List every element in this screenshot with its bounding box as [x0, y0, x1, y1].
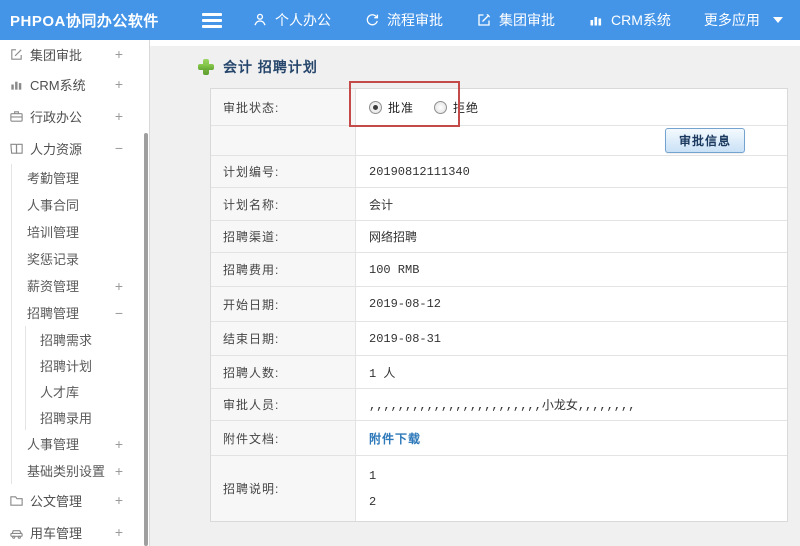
- sidebar-item-group-approval[interactable]: 集团审批 +: [0, 40, 149, 68]
- sidebar-item-attendance[interactable]: 考勤管理: [12, 164, 149, 191]
- expand-toggle[interactable]: +: [113, 463, 125, 479]
- description-line: 2: [369, 494, 377, 509]
- car-icon: [9, 525, 24, 540]
- table-row-recruit-cost: 招聘费用: 100 RMB: [211, 253, 787, 287]
- radio-reject[interactable]: [434, 100, 448, 114]
- folder-icon: [9, 493, 24, 508]
- topbar: PHPOA协同办公软件 个人办公 流程审批 集团审批 CRM系统 更多应用: [0, 0, 800, 40]
- field-label: 审批人员:: [211, 389, 356, 420]
- table-row-attachment: 附件文档: 附件下载: [211, 421, 787, 456]
- refresh-icon: [364, 12, 380, 28]
- bar-chart-icon: [9, 77, 24, 92]
- attachment-download-link[interactable]: 附件下载: [369, 430, 421, 447]
- sidebar-item-hr-contract[interactable]: 人事合同: [12, 191, 149, 218]
- nav-more-apps[interactable]: 更多应用: [704, 10, 783, 30]
- description-line: 1: [369, 468, 377, 483]
- expand-toggle[interactable]: +: [113, 436, 125, 452]
- nav-crm-system[interactable]: CRM系统: [588, 10, 671, 30]
- expand-toggle[interactable]: +: [113, 524, 125, 540]
- sidebar-item-crm-system[interactable]: CRM系统 +: [0, 68, 149, 100]
- field-label: 开始日期:: [211, 287, 356, 321]
- sidebar-item-admin-office[interactable]: 行政办公 +: [0, 100, 149, 132]
- page-title: 会计 招聘计划: [223, 59, 318, 75]
- table-row-plan-number: 计划编号: 20190812111340: [211, 156, 787, 188]
- sidebar-item-recruit-hire[interactable]: 招聘录用: [26, 404, 149, 430]
- field-label: 附件文档:: [211, 421, 356, 455]
- sidebar-item-vehicle-mgmt[interactable]: 用车管理 +: [0, 516, 149, 546]
- field-label: 招聘说明:: [211, 456, 356, 521]
- field-value: 1 人: [369, 366, 396, 381]
- approval-status-options: 批准 拒绝: [356, 89, 787, 125]
- sidebar-item-training[interactable]: 培训管理: [12, 218, 149, 245]
- radio-approve[interactable]: [369, 100, 382, 114]
- nav-group-approval[interactable]: 集团审批: [476, 10, 555, 30]
- sidebar-item-personnel-mgmt[interactable]: 人事管理 +: [12, 430, 149, 457]
- sidebar-item-rewards-records[interactable]: 奖惩记录: [12, 245, 149, 272]
- expand-toggle[interactable]: +: [113, 278, 125, 294]
- table-row-description: 招聘说明: 1 2: [211, 456, 787, 521]
- bar-chart-icon: [588, 12, 604, 28]
- menu-toggle-icon[interactable]: [202, 12, 222, 28]
- field-value: 2019-08-31: [369, 331, 442, 346]
- sidebar-item-recruit-demand[interactable]: 招聘需求: [26, 326, 149, 352]
- field-label: 招聘人数:: [211, 356, 356, 388]
- top-navigation: 个人办公 流程审批 集团审批 CRM系统 更多应用: [252, 10, 783, 30]
- table-row-start-date: 开始日期: 2019-08-12: [211, 287, 787, 322]
- sidebar: 集团审批 + CRM系统 + 行政办公 + 人力资源 − 考勤管理 人事合同 培…: [0, 40, 150, 546]
- field-value: 会计: [369, 198, 394, 213]
- field-label: 招聘渠道:: [211, 221, 356, 252]
- sidebar-item-human-resources[interactable]: 人力资源 −: [0, 132, 149, 164]
- briefcase-icon: [9, 109, 24, 124]
- collapse-toggle[interactable]: −: [113, 140, 125, 156]
- table-row-end-date: 结束日期: 2019-08-31: [211, 322, 787, 356]
- edit-icon: [476, 12, 492, 28]
- field-value: 2019-08-12: [369, 297, 442, 311]
- table-row-headcount: 招聘人数: 1 人: [211, 356, 787, 389]
- table-row-plan-name: 计划名称: 会计: [211, 188, 787, 221]
- field-label: 结束日期:: [211, 322, 356, 355]
- expand-toggle[interactable]: +: [113, 492, 125, 508]
- field-value: 网络招聘: [369, 231, 418, 245]
- app-logo: PHPOA协同办公软件: [10, 12, 159, 30]
- sidebar-item-base-category[interactable]: 基础类别设置 +: [12, 457, 149, 484]
- add-plus-icon[interactable]: [198, 59, 214, 75]
- collapse-toggle[interactable]: −: [113, 305, 125, 321]
- field-label: 招聘费用:: [211, 253, 356, 286]
- nav-workflow-approval[interactable]: 流程审批: [364, 10, 443, 30]
- recruit-plan-detail-table: 审批状态: 批准 拒绝 审批信息 计划编号: 20190812111340 计划…: [210, 88, 788, 522]
- sidebar-item-recruit-plan[interactable]: 招聘计划: [26, 352, 149, 378]
- sidebar-item-recruitment[interactable]: 招聘管理 −: [12, 299, 149, 326]
- approve-info-button[interactable]: 审批信息: [664, 128, 745, 153]
- sidebar-item-salary[interactable]: 薪资管理 +: [12, 272, 149, 299]
- sidebar-item-document-mgmt[interactable]: 公文管理 +: [0, 484, 149, 516]
- expand-toggle[interactable]: +: [113, 46, 125, 62]
- field-label-empty: [211, 126, 356, 155]
- hr-submenu: 考勤管理 人事合同 培训管理 奖惩记录 薪资管理 + 招聘管理 − 招聘需求 招…: [11, 164, 149, 484]
- edit-icon: [9, 47, 24, 62]
- field-label: 计划名称:: [211, 188, 356, 220]
- recruitment-submenu: 招聘需求 招聘计划 人才库 招聘录用: [25, 326, 149, 430]
- main-content: 会计 招聘计划 审批状态: 批准 拒绝 审批信息 计划编号: 201908121…: [150, 40, 800, 546]
- field-value: 100 RMB: [369, 262, 420, 277]
- field-value: ,,,,,,,,,,,,,,,,,,,,,,,,小龙女,,,,,,,,: [369, 399, 636, 413]
- sidebar-item-talent-pool[interactable]: 人才库: [26, 378, 149, 404]
- expand-toggle[interactable]: +: [113, 108, 125, 124]
- field-value: 20190812111340: [369, 164, 470, 179]
- field-label: 审批状态:: [211, 89, 356, 125]
- table-row-approval-status: 审批状态: 批准 拒绝: [211, 89, 787, 126]
- field-label: 计划编号:: [211, 156, 356, 187]
- sidebar-scrollbar[interactable]: [144, 133, 148, 546]
- breadcrumb: 会计 招聘计划: [198, 57, 318, 77]
- book-icon: [9, 141, 24, 156]
- phpoa-app-window: PHPOA协同办公软件 个人办公 流程审批 集团审批 CRM系统 更多应用 集团…: [0, 0, 800, 546]
- nav-personal-office[interactable]: 个人办公: [252, 10, 331, 30]
- caret-down-icon: [772, 17, 783, 23]
- table-row-recruit-channel: 招聘渠道: 网络招聘: [211, 221, 787, 253]
- table-row-approve-action: 审批信息: [211, 126, 787, 156]
- user-icon: [252, 12, 268, 28]
- table-row-approvers: 审批人员: ,,,,,,,,,,,,,,,,,,,,,,,,小龙女,,,,,,,…: [211, 389, 787, 421]
- expand-toggle[interactable]: +: [113, 76, 125, 92]
